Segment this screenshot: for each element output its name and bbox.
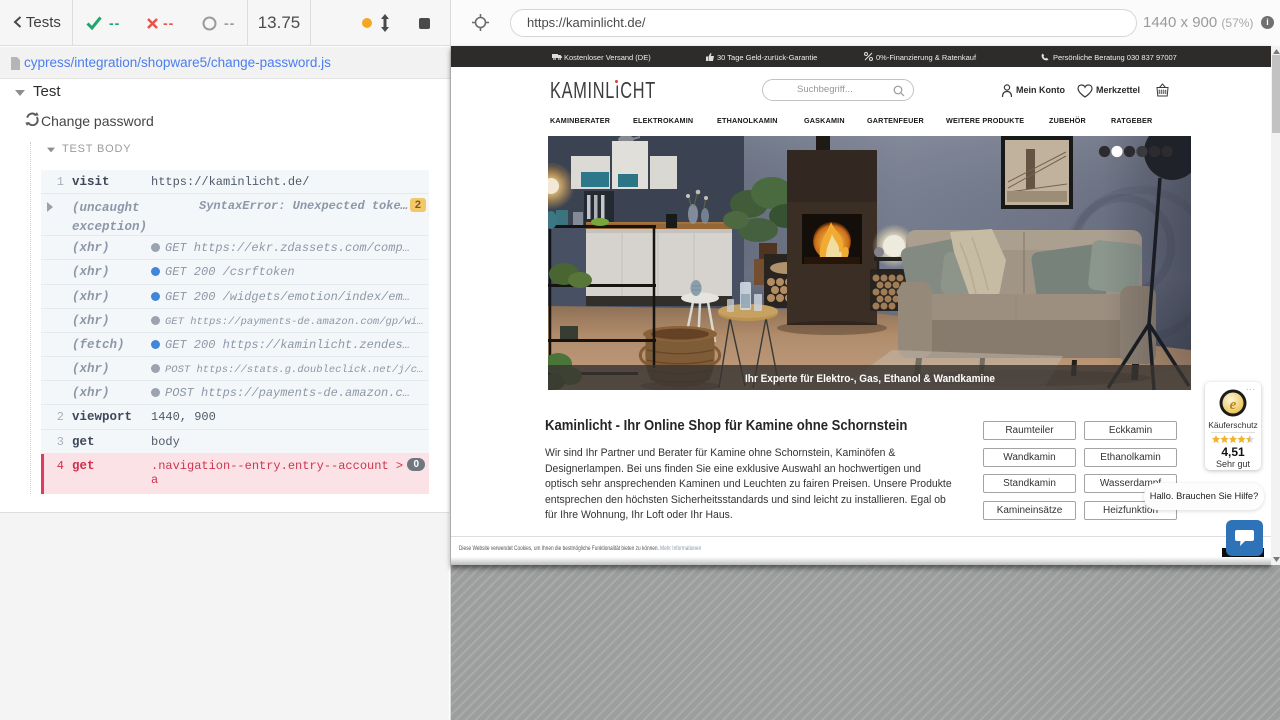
svg-text:e: e <box>1230 397 1237 413</box>
svg-text:Ihr Experte für Elektro-, Gas,: Ihr Experte für Elektro-, Gas, Ethanol &… <box>745 373 995 385</box>
